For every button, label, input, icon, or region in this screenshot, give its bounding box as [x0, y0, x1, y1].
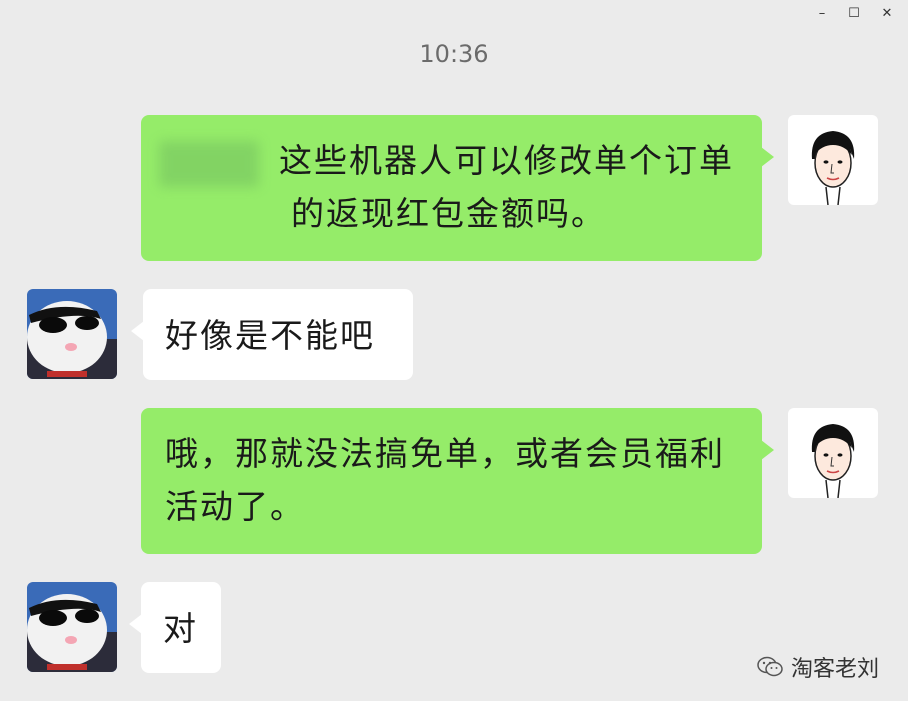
redacted-text-blur	[159, 141, 259, 187]
contact-avatar[interactable]	[27, 582, 117, 672]
cat-sunglasses-avatar-icon	[27, 582, 117, 672]
message-bubble-outgoing[interactable]: 哦，那就没法搞免单，或者会员福利活动了。	[141, 408, 774, 554]
window-titlebar: – ☐ ✕	[0, 0, 908, 26]
minimize-button[interactable]: –	[811, 2, 833, 24]
message-bubble-incoming[interactable]: 对	[129, 582, 221, 673]
contact-avatar[interactable]	[27, 289, 117, 379]
message-text: 好像是不能吧	[165, 316, 375, 355]
message-text: 这些机器人可以修改单个订单的返现红包金额吗。	[279, 141, 734, 233]
message-bubble-outgoing[interactable]: 这些机器人可以修改单个订单的返现红包金额吗。	[141, 115, 774, 261]
message-text: 对	[163, 609, 198, 648]
my-avatar[interactable]	[788, 115, 878, 205]
wechat-icon	[757, 656, 783, 678]
watermark-text: 淘客老刘	[791, 657, 880, 682]
chat-timestamp: 10:36	[419, 40, 489, 68]
watermark: 淘客老刘	[757, 651, 879, 683]
man-avatar-icon	[811, 131, 855, 205]
maximize-button[interactable]: ☐	[843, 2, 865, 24]
man-avatar-icon	[811, 424, 855, 498]
message-bubble-incoming[interactable]: 好像是不能吧	[131, 289, 413, 380]
cat-sunglasses-avatar-icon	[27, 289, 117, 379]
close-button[interactable]: ✕	[876, 2, 898, 24]
my-avatar[interactable]	[788, 408, 878, 498]
message-text: 哦，那就没法搞免单，或者会员福利活动了。	[165, 434, 725, 526]
